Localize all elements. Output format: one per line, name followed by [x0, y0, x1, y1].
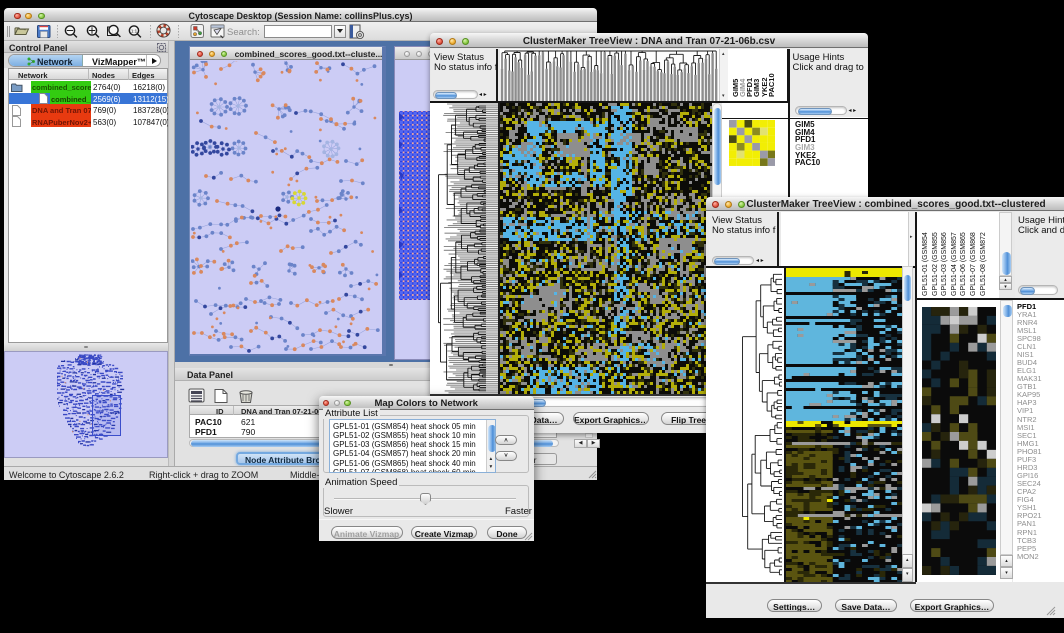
svg-text:1:1: 1:1	[131, 29, 138, 34]
